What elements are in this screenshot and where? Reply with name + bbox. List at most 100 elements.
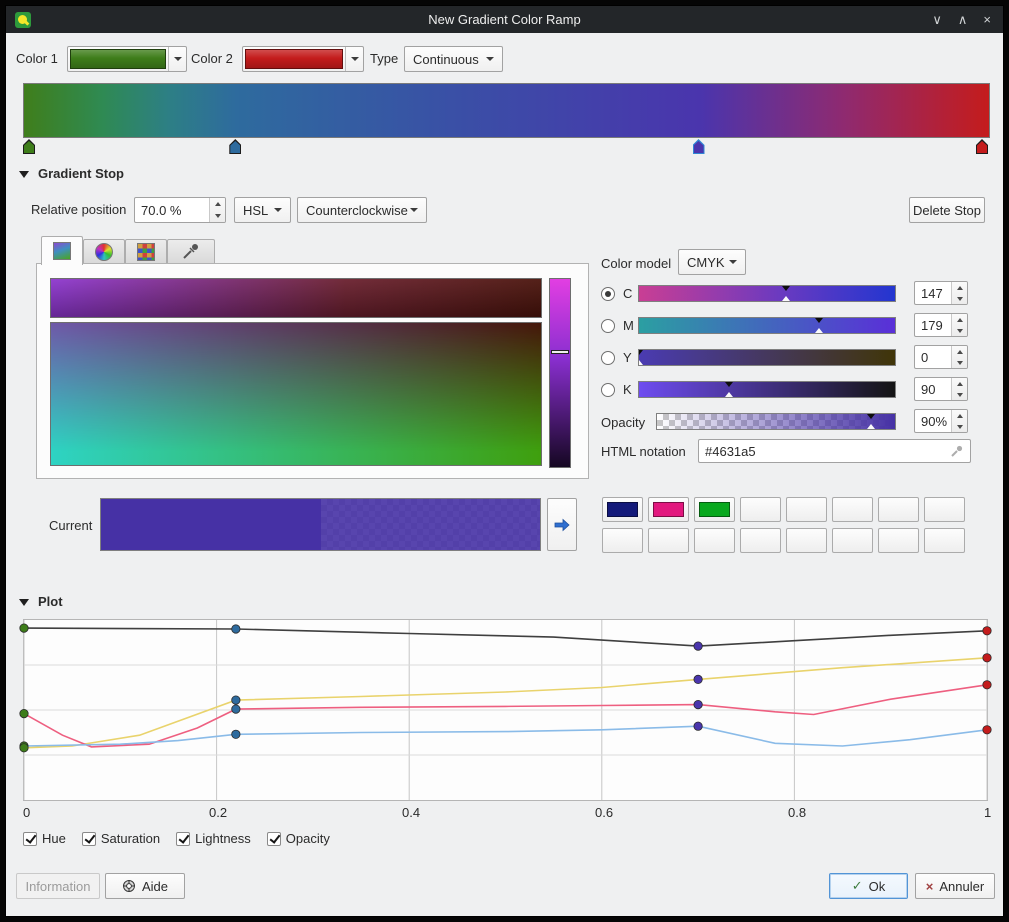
plot-stop-dot[interactable]: [694, 642, 702, 650]
spin-arrows[interactable]: [209, 198, 225, 222]
relative-position-value[interactable]: 70.0 %: [135, 198, 209, 222]
opacity-checkbox[interactable]: Opacity: [267, 831, 330, 846]
color-spec-combo[interactable]: HSL: [234, 197, 291, 223]
titlebar[interactable]: New Gradient Color Ramp ∨ ∧ ×: [6, 6, 1003, 33]
channel-k-spinbox[interactable]: 90: [914, 377, 968, 401]
swatch-button[interactable]: [878, 528, 919, 553]
stop-marker-selected[interactable]: [693, 139, 705, 154]
opacity-spinbox[interactable]: 90%: [914, 409, 968, 433]
plot-stop-dot[interactable]: [20, 709, 28, 717]
plot-stop-dot[interactable]: [20, 744, 28, 752]
help-button[interactable]: Aide: [105, 873, 185, 899]
spin-up-icon[interactable]: [952, 346, 967, 357]
swatch-button[interactable]: [602, 497, 643, 522]
spin-up-icon[interactable]: [952, 314, 967, 325]
color-model-combo[interactable]: CMYK: [678, 249, 746, 275]
information-button[interactable]: Information: [16, 873, 100, 899]
type-combo[interactable]: Continuous: [404, 46, 503, 72]
add-to-swatches-button[interactable]: [547, 498, 577, 551]
checkbox-icon[interactable]: [267, 832, 281, 846]
plot-stop-dot[interactable]: [232, 730, 240, 738]
color1-button[interactable]: [67, 46, 187, 72]
plot-stop-dot[interactable]: [983, 627, 991, 635]
close-window-icon[interactable]: ×: [983, 6, 991, 33]
spin-up-icon[interactable]: [952, 410, 967, 421]
channel-c-radio[interactable]: [601, 287, 615, 301]
hue-checkbox[interactable]: Hue: [23, 831, 66, 846]
spin-down-icon[interactable]: [952, 421, 967, 432]
spin-up-icon[interactable]: [952, 282, 967, 293]
direction-combo[interactable]: Counterclockwise: [297, 197, 427, 223]
hue-strip[interactable]: [50, 278, 542, 318]
cancel-button[interactable]: × Annuler: [915, 873, 995, 899]
plot-stop-dot[interactable]: [232, 705, 240, 713]
plot-stop-dot[interactable]: [983, 681, 991, 689]
plot-stop-dot[interactable]: [232, 696, 240, 704]
shade-window-icon[interactable]: ∨: [932, 6, 942, 33]
tab-swatches[interactable]: [125, 239, 167, 264]
value-bar-handle[interactable]: [551, 350, 569, 354]
opacity-slider[interactable]: [656, 413, 896, 430]
stop-marker[interactable]: [229, 139, 241, 154]
swatch-button[interactable]: [786, 497, 827, 522]
swatch-button[interactable]: [694, 528, 735, 553]
swatch-button[interactable]: [648, 497, 689, 522]
maximize-window-icon[interactable]: ∧: [958, 6, 968, 33]
swatch-button[interactable]: [786, 528, 827, 553]
tab-color-box[interactable]: [41, 236, 83, 265]
plot-stop-dot[interactable]: [694, 700, 702, 708]
color2-dropdown-icon[interactable]: [345, 47, 363, 71]
spin-up-icon[interactable]: [952, 378, 967, 389]
checkbox-icon[interactable]: [176, 832, 190, 846]
plot-stop-dot[interactable]: [694, 722, 702, 730]
tab-color-wheel[interactable]: [83, 239, 125, 264]
plot-stop-dot[interactable]: [694, 675, 702, 683]
spin-down-icon[interactable]: [952, 293, 967, 304]
checkbox-icon[interactable]: [82, 832, 96, 846]
spin-down-icon[interactable]: [952, 389, 967, 400]
collapse-arrow-icon[interactable]: [19, 599, 29, 606]
color2-button[interactable]: [242, 46, 364, 72]
lightness-checkbox[interactable]: Lightness: [176, 831, 251, 846]
plot-stop-dot[interactable]: [983, 654, 991, 662]
tab-color-sampler[interactable]: [167, 239, 215, 264]
swatch-button[interactable]: [740, 497, 781, 522]
html-notation-input[interactable]: [699, 444, 950, 459]
channel-k-radio[interactable]: [601, 383, 615, 397]
spin-down-icon[interactable]: [210, 210, 225, 222]
stop-marker[interactable]: [23, 139, 35, 154]
plot-stop-dot[interactable]: [20, 624, 28, 632]
swatch-button[interactable]: [740, 528, 781, 553]
swatch-button[interactable]: [694, 497, 735, 522]
delete-stop-button[interactable]: Delete Stop: [909, 197, 985, 223]
html-notation-dropper-icon[interactable]: [950, 444, 970, 458]
channel-m-spinbox[interactable]: 179: [914, 313, 968, 337]
plot-stop-dot[interactable]: [983, 726, 991, 734]
swatch-button[interactable]: [832, 528, 873, 553]
stop-marker[interactable]: [976, 139, 988, 154]
collapse-arrow-icon[interactable]: [19, 171, 29, 178]
swatch-button[interactable]: [924, 528, 965, 553]
channel-y-spinbox[interactable]: 0: [914, 345, 968, 369]
ok-button[interactable]: ✓ Ok: [829, 873, 908, 899]
swatch-button[interactable]: [648, 528, 689, 553]
channel-c-slider[interactable]: [638, 285, 896, 302]
shade-box[interactable]: [50, 322, 542, 466]
saturation-checkbox[interactable]: Saturation: [82, 831, 160, 846]
spin-up-icon[interactable]: [210, 198, 225, 210]
relative-position-spinbox[interactable]: 70.0 %: [134, 197, 226, 223]
color1-dropdown-icon[interactable]: [168, 47, 186, 71]
swatch-button[interactable]: [878, 497, 919, 522]
plot-stop-dot[interactable]: [232, 625, 240, 633]
value-bar[interactable]: [549, 278, 571, 468]
checkbox-icon[interactable]: [23, 832, 37, 846]
swatch-button[interactable]: [924, 497, 965, 522]
channel-y-slider[interactable]: [638, 349, 896, 366]
channel-k-slider[interactable]: [638, 381, 896, 398]
spin-down-icon[interactable]: [952, 357, 967, 368]
channel-c-spinbox[interactable]: 147: [914, 281, 968, 305]
spin-down-icon[interactable]: [952, 325, 967, 336]
swatch-button[interactable]: [602, 528, 643, 553]
channel-y-radio[interactable]: [601, 351, 615, 365]
channel-m-radio[interactable]: [601, 319, 615, 333]
